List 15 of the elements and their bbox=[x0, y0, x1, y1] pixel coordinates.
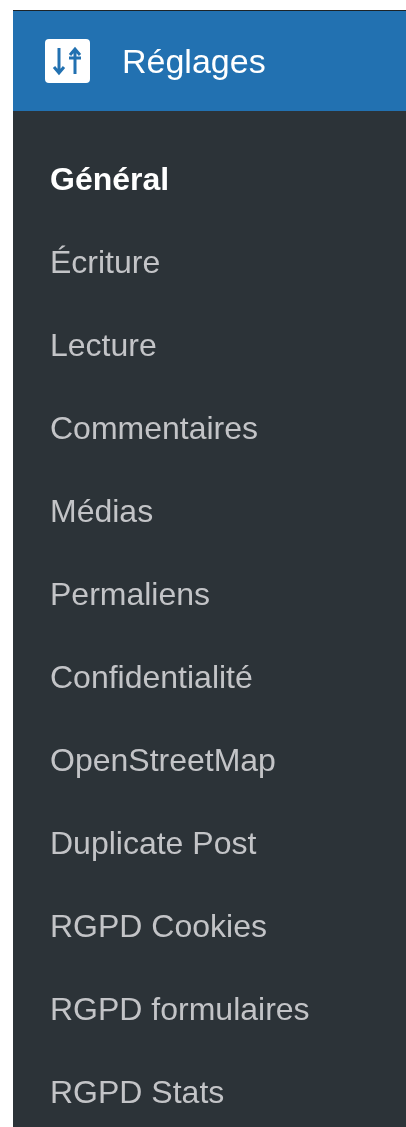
settings-icon bbox=[45, 39, 90, 83]
submenu-item[interactable]: Confidentialité bbox=[13, 636, 406, 719]
submenu-item[interactable]: Permaliens bbox=[13, 553, 406, 636]
submenu-item[interactable]: Commentaires bbox=[13, 387, 406, 470]
menu-title: Réglages bbox=[122, 41, 266, 81]
submenu-item[interactable]: RGPD formulaires bbox=[13, 968, 406, 1051]
submenu-item[interactable]: RGPD Cookies bbox=[13, 885, 406, 968]
submenu-item[interactable]: RGPD Stats bbox=[13, 1051, 406, 1127]
submenu-item[interactable]: Lecture bbox=[13, 304, 406, 387]
submenu-item[interactable]: Général bbox=[13, 138, 406, 221]
submenu-item[interactable]: Duplicate Post bbox=[13, 802, 406, 885]
submenu-item[interactable]: Écriture bbox=[13, 221, 406, 304]
submenu-item[interactable]: Médias bbox=[13, 470, 406, 553]
menu-header[interactable]: Réglages bbox=[13, 11, 406, 111]
submenu-item[interactable]: OpenStreetMap bbox=[13, 719, 406, 802]
